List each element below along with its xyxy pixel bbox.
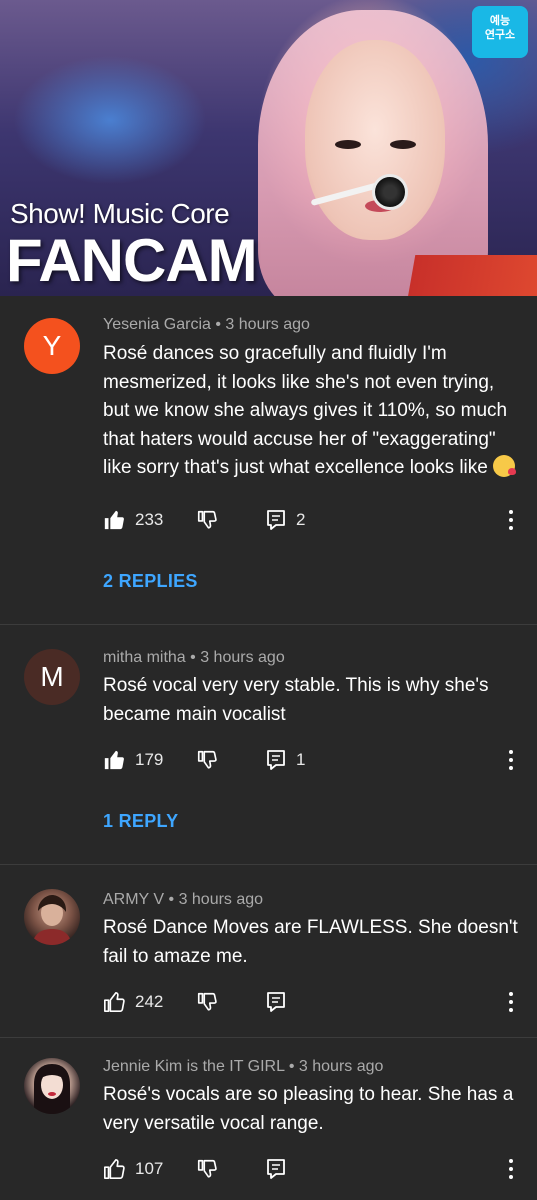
thumbs-up-filled-icon (104, 510, 124, 530)
reply-button[interactable]: 2 (266, 506, 305, 534)
thumbs-up-filled-icon (104, 750, 124, 770)
comment-meta: Yesenia Garcia • 3 hours ago (103, 316, 310, 334)
more-options-icon[interactable] (501, 991, 521, 1013)
comment-meta: mitha mitha • 3 hours ago (103, 649, 285, 667)
meta-separator: • (168, 891, 179, 908)
reply-button[interactable]: 1 (266, 746, 305, 774)
dislike-button[interactable] (196, 1155, 218, 1183)
channel-logo: 예능 연구소 (472, 6, 528, 58)
avatar[interactable]: M (24, 649, 80, 705)
like-count: 107 (135, 1159, 164, 1178)
thumbs-up-icon (104, 1159, 125, 1179)
comment-text: Rosé dances so gracefully and fluidly I'… (103, 340, 518, 483)
comment-body: Rosé dances so gracefully and fluidly I'… (103, 343, 508, 478)
comment-text: Rosé vocal very very stable. This is why… (103, 675, 489, 725)
thumbnail-eye-left (335, 140, 361, 149)
comment-meta: Jennie Kim is the IT GIRL • 3 hours ago (103, 1058, 383, 1076)
reply-comment-icon (267, 510, 285, 530)
thumbnail-title-big: FANCAM (6, 227, 258, 294)
view-replies-button[interactable]: 1 REPLY (103, 811, 178, 832)
avatar[interactable] (24, 889, 80, 945)
reply-button[interactable] (266, 988, 286, 1016)
comment-author[interactable]: Jennie Kim is the IT GIRL (103, 1058, 284, 1075)
reply-comment-icon (267, 1159, 285, 1179)
meta-separator: • (190, 649, 201, 666)
avatar-letter: Y (42, 330, 62, 361)
avatar-letter: M (40, 661, 64, 692)
meta-separator: • (215, 316, 226, 333)
like-button[interactable]: 179 (103, 746, 163, 774)
comment-time[interactable]: 3 hours ago (225, 316, 310, 333)
view-replies-button[interactable]: 2 REPLIES (103, 571, 198, 592)
user-photo-icon (34, 1064, 70, 1114)
reply-button[interactable] (266, 1155, 286, 1183)
like-count: 179 (135, 750, 164, 769)
more-options-icon[interactable] (501, 749, 521, 771)
reply-count: 1 (296, 750, 306, 769)
comment-item: M mitha mitha • 3 hours ago Rosé vocal v… (0, 625, 537, 864)
thumbnail-outfit (404, 255, 537, 296)
comment-time[interactable]: 3 hours ago (200, 649, 285, 666)
thumbs-down-icon (197, 510, 217, 529)
like-button[interactable]: 233 (103, 506, 163, 534)
thumbs-up-icon (104, 992, 125, 1012)
avatar[interactable]: Y (24, 318, 80, 374)
comment-time[interactable]: 3 hours ago (179, 891, 264, 908)
comment-author[interactable]: mitha mitha (103, 649, 186, 666)
like-count: 242 (135, 992, 164, 1011)
thumbs-down-icon (197, 750, 217, 769)
more-options-icon[interactable] (501, 509, 521, 531)
reply-count: 2 (296, 510, 306, 529)
kissing-heart-emoji-icon (493, 455, 517, 477)
reply-comment-icon (267, 750, 285, 770)
comment-item: Y Yesenia Garcia • 3 hours ago Rosé danc… (0, 296, 537, 624)
comment-author[interactable]: ARMY V (103, 891, 164, 908)
comment-actions: 179 1 (103, 746, 523, 774)
dislike-button[interactable] (196, 746, 218, 774)
dislike-button[interactable] (196, 506, 218, 534)
video-thumbnail[interactable]: 예능 연구소 Show! Music Core FANCAM (0, 0, 537, 296)
dislike-button[interactable] (196, 988, 218, 1016)
avatar[interactable] (24, 1058, 80, 1114)
comment-actions: 107 (103, 1155, 523, 1183)
reply-comment-icon (267, 992, 285, 1012)
comment-text: Rosé's vocals are so pleasing to hear. S… (103, 1084, 514, 1134)
comment-meta: ARMY V • 3 hours ago (103, 891, 263, 909)
comment-actions: 242 (103, 988, 523, 1016)
thumbs-down-icon (197, 1159, 217, 1178)
thumbnail-eye-right (390, 140, 416, 149)
comment-time[interactable]: 3 hours ago (299, 1058, 384, 1075)
like-button[interactable]: 107 (103, 1155, 163, 1183)
user-photo-icon (32, 895, 72, 945)
more-options-icon[interactable] (501, 1158, 521, 1180)
thumbnail-mic-icon (372, 174, 408, 210)
comment-actions: 233 2 (103, 506, 523, 534)
comment-item: Jennie Kim is the IT GIRL • 3 hours ago … (0, 1038, 537, 1200)
comment-item: ARMY V • 3 hours ago Rosé Dance Moves ar… (0, 865, 537, 1037)
comment-text: Rosé Dance Moves are FLAWLESS. She doesn… (103, 917, 518, 967)
meta-separator: • (288, 1058, 299, 1075)
thumbs-down-icon (197, 992, 217, 1011)
comment-author[interactable]: Yesenia Garcia (103, 316, 211, 333)
like-count: 233 (135, 510, 164, 529)
like-button[interactable]: 242 (103, 988, 163, 1016)
